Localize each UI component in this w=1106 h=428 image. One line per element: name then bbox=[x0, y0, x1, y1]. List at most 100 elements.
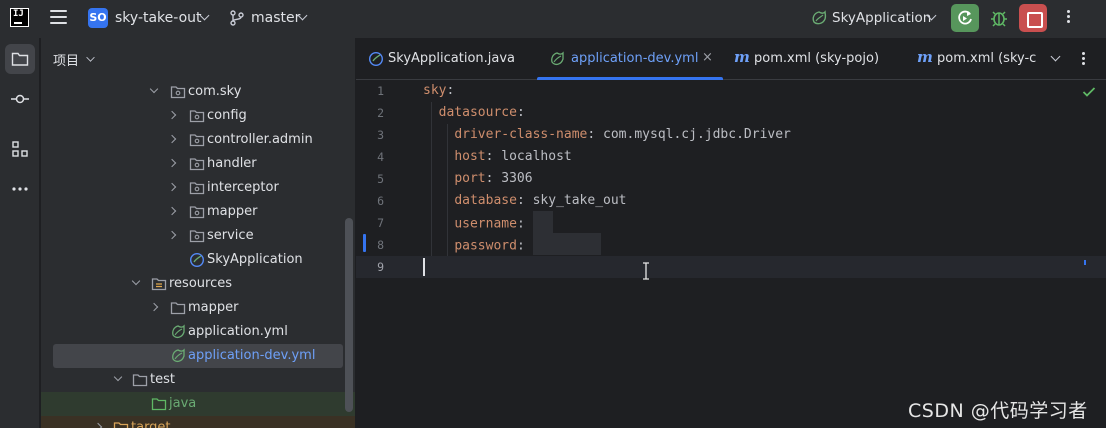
rerun-button[interactable] bbox=[951, 4, 979, 32]
tree-row-com-sky[interactable]: com.sky bbox=[41, 80, 355, 104]
yaml-key: password bbox=[454, 238, 517, 254]
tree-label: SkyApplication bbox=[207, 252, 303, 267]
yaml-value: com.mysql.cj.jdbc.Driver bbox=[603, 127, 791, 142]
tabs-more-vertical-icon[interactable] bbox=[1080, 52, 1086, 68]
debug-bug-icon[interactable] bbox=[989, 8, 1009, 28]
package-icon bbox=[189, 158, 205, 171]
rerun-icon bbox=[958, 10, 972, 25]
code-line: 1 sky: bbox=[356, 80, 1106, 102]
yaml-value: 3306 bbox=[501, 171, 533, 186]
tree-row-test[interactable]: test bbox=[41, 368, 355, 392]
commit-icon bbox=[11, 94, 29, 104]
package-icon bbox=[189, 134, 205, 147]
package-icon bbox=[189, 230, 205, 243]
line-number: 3 bbox=[377, 128, 384, 142]
project-panel-title[interactable]: 项目 bbox=[53, 50, 79, 69]
tree-row-handler[interactable]: handler bbox=[41, 152, 355, 176]
code-line: 3 driver-class-name: com.mysql.cj.jdbc.D… bbox=[356, 124, 1106, 146]
tree-row-resources[interactable]: resources bbox=[41, 272, 355, 296]
text-caret bbox=[423, 258, 425, 276]
tree-row-service[interactable]: service bbox=[41, 224, 355, 248]
line-number: 2 bbox=[377, 106, 384, 120]
package-icon bbox=[189, 110, 205, 123]
expanded-arrow-icon[interactable] bbox=[149, 84, 159, 94]
tree-label: com.sky bbox=[188, 84, 242, 99]
main-menu-icon[interactable] bbox=[50, 10, 67, 25]
tree-row-skyapplication[interactable]: SkyApplication bbox=[41, 248, 355, 272]
yaml-key: sky bbox=[423, 83, 447, 98]
project-panel: 项目 com.sky config controller.admin handl… bbox=[41, 38, 355, 428]
expanded-arrow-icon[interactable] bbox=[113, 372, 123, 382]
structure-tool-button[interactable] bbox=[5, 134, 35, 164]
code-line-current: 9 bbox=[356, 256, 1106, 278]
tree-row-controller-admin[interactable]: controller.admin bbox=[41, 128, 355, 152]
tree-label: interceptor bbox=[207, 180, 279, 195]
expanded-arrow-icon[interactable] bbox=[131, 276, 141, 286]
tree-row-application-dev-yml[interactable]: application-dev.yml bbox=[41, 344, 355, 368]
line-number: 7 bbox=[377, 216, 384, 230]
collapsed-arrow-icon[interactable] bbox=[93, 422, 103, 428]
more-vertical-icon[interactable] bbox=[1060, 9, 1076, 29]
editor-tab-bar: SkyApplication.java application-dev.yml … bbox=[356, 38, 1106, 80]
maven-icon: m bbox=[734, 48, 750, 66]
git-branch-icon[interactable] bbox=[230, 10, 244, 26]
collapsed-arrow-icon[interactable] bbox=[167, 110, 177, 120]
collapsed-arrow-icon[interactable] bbox=[167, 206, 177, 216]
change-marker[interactable] bbox=[363, 234, 366, 252]
scroll-marker[interactable] bbox=[1084, 260, 1086, 265]
yaml-icon bbox=[172, 324, 185, 339]
yaml-icon bbox=[551, 51, 564, 66]
tree-row-test-java[interactable]: java bbox=[41, 392, 355, 416]
close-tab-icon[interactable]: × bbox=[702, 50, 713, 65]
project-tool-button[interactable] bbox=[5, 44, 35, 74]
collapsed-arrow-icon[interactable] bbox=[149, 302, 159, 312]
project-name[interactable]: sky-take-out bbox=[115, 10, 202, 26]
tree-row-target[interactable]: target bbox=[41, 416, 355, 428]
more-tools-button[interactable] bbox=[5, 174, 35, 204]
project-badge[interactable]: SO bbox=[88, 8, 108, 28]
commit-tool-button[interactable] bbox=[5, 84, 35, 114]
tabs-list-chevron-down-icon[interactable] bbox=[1050, 51, 1061, 62]
tab-pom-sky-pojo[interactable]: m pom.xml (sky-pojo) bbox=[734, 38, 899, 80]
yaml-key: datasource bbox=[438, 105, 517, 120]
code-line: 6 database: sky_take_out bbox=[356, 190, 1106, 212]
tree-row-resources-mapper[interactable]: mapper bbox=[41, 296, 355, 320]
panel-title-chevron-down-icon[interactable] bbox=[86, 53, 95, 62]
folder-icon bbox=[11, 52, 29, 66]
tree-label: handler bbox=[207, 156, 257, 171]
collapsed-arrow-icon[interactable] bbox=[167, 158, 177, 168]
run-config-name[interactable]: SkyApplication bbox=[832, 10, 931, 26]
tree-row-application-yml[interactable]: application.yml bbox=[41, 320, 355, 344]
redacted-password bbox=[532, 233, 601, 255]
code-line: 7 username: bbox=[356, 211, 1106, 234]
structure-icon bbox=[12, 141, 28, 157]
project-panel-scrollbar[interactable] bbox=[345, 218, 353, 412]
code-line: 5 port: 3306 bbox=[356, 168, 1106, 190]
test-folder-icon bbox=[151, 398, 167, 411]
stop-button[interactable] bbox=[1019, 4, 1047, 32]
collapsed-arrow-icon[interactable] bbox=[167, 230, 177, 240]
code-line: 2 datasource: bbox=[356, 102, 1106, 124]
tree-label: target bbox=[131, 420, 171, 428]
code-line: 8 password: bbox=[356, 233, 1106, 256]
yaml-key: driver-class-name bbox=[454, 127, 588, 142]
intellij-logo-icon[interactable]: IJ bbox=[10, 8, 29, 27]
spring-run-config-icon bbox=[812, 10, 827, 25]
tree-row-mapper[interactable]: mapper bbox=[41, 200, 355, 224]
code-area[interactable]: 1 sky: 2 datasource: 3 driver-class-name… bbox=[356, 80, 1106, 428]
yaml-key: database bbox=[454, 193, 517, 208]
tab-pom-sky-common[interactable]: m pom.xml (sky-c bbox=[917, 38, 1042, 80]
branch-name[interactable]: master bbox=[251, 10, 300, 26]
folder-icon bbox=[132, 374, 148, 387]
tree-row-config[interactable]: config bbox=[41, 104, 355, 128]
collapsed-arrow-icon[interactable] bbox=[167, 182, 177, 192]
excluded-folder-icon bbox=[113, 422, 129, 428]
tab-label: pom.xml (sky-pojo) bbox=[754, 51, 880, 66]
collapsed-arrow-icon[interactable] bbox=[167, 134, 177, 144]
yaml-icon bbox=[172, 348, 185, 363]
tab-skyapplication-java[interactable]: SkyApplication.java bbox=[366, 38, 526, 80]
mouse-ibeam-cursor-icon bbox=[643, 262, 649, 280]
tab-application-dev-yml[interactable]: application-dev.yml × bbox=[537, 38, 723, 80]
tree-row-interceptor[interactable]: interceptor bbox=[41, 176, 355, 200]
spring-class-icon bbox=[189, 252, 205, 268]
